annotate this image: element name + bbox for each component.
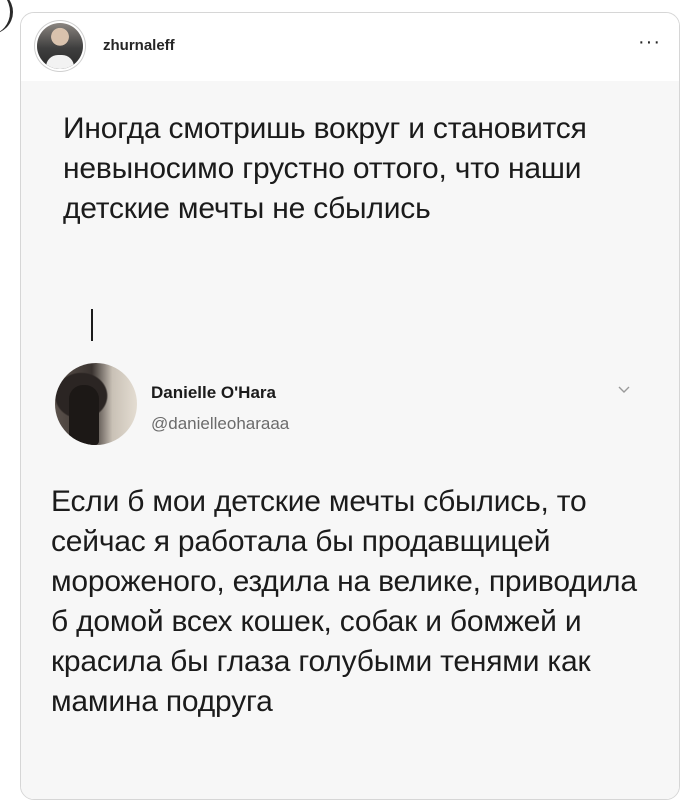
username[interactable]: zhurnaleff (103, 37, 175, 54)
reply-author-name: Danielle O'Hara (151, 383, 276, 402)
avatar-figure (69, 385, 99, 445)
post-image: Иногда смотришь вокруг и становится невы… (21, 81, 679, 799)
reply-author-handle: @danielleoharaaa (151, 414, 290, 433)
avatar[interactable] (37, 23, 83, 69)
thread-line (91, 309, 93, 341)
more-horizontal-icon[interactable]: ··· (638, 31, 661, 54)
window-edge (0, 0, 13, 34)
reply-text: Если б мои детские мечты сбылись, то сей… (51, 485, 637, 718)
chevron-down-icon (618, 386, 630, 393)
reply-avatar (55, 363, 137, 445)
post-card: zhurnaleff ··· Иногда смотришь вокруг и … (20, 12, 680, 800)
avatar-shirt (46, 55, 74, 69)
post-header: zhurnaleff ··· (21, 13, 679, 81)
tweet-text: Иногда смотришь вокруг и становится невы… (63, 112, 587, 225)
